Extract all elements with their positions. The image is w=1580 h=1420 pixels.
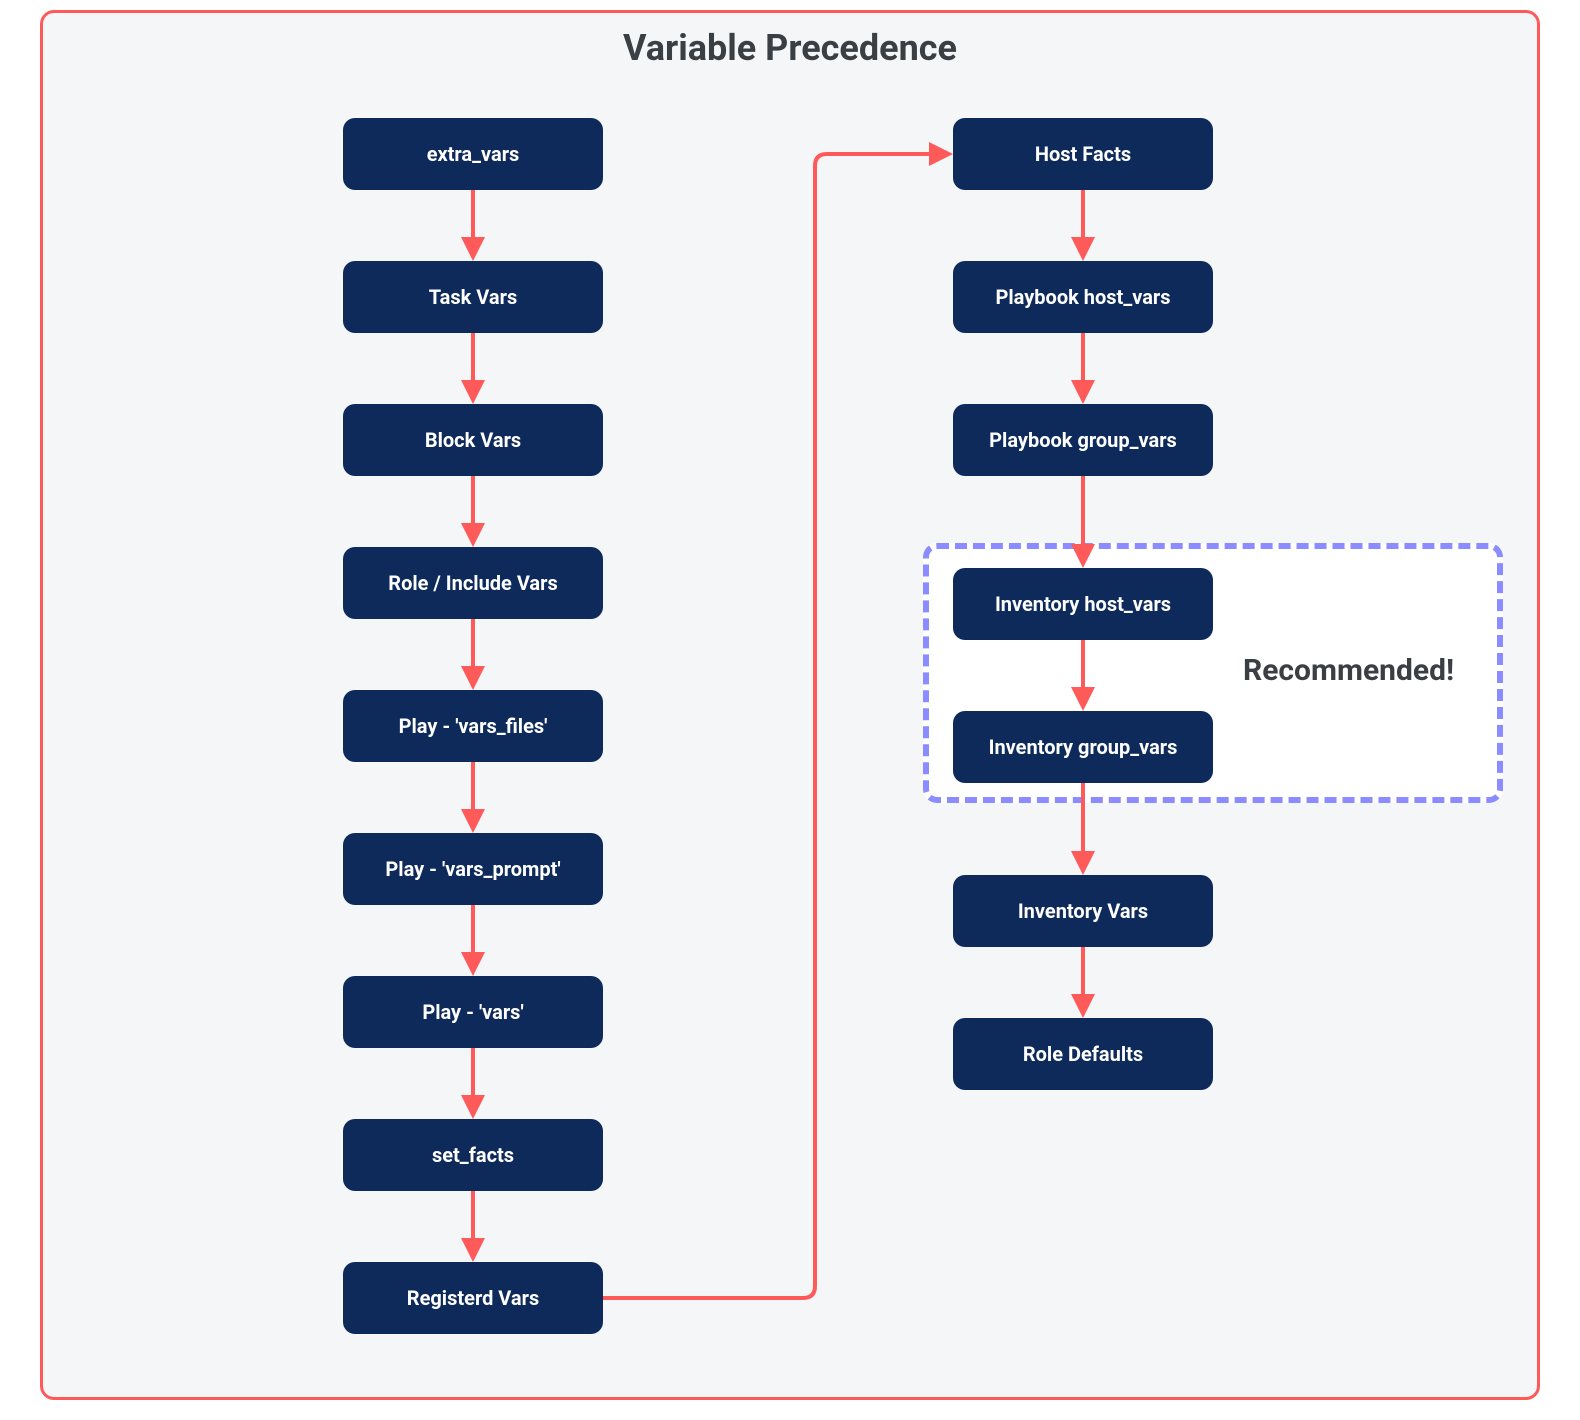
node-task-vars: Task Vars bbox=[343, 261, 603, 333]
diagram-title: Variable Precedence bbox=[43, 27, 1537, 69]
node-host-facts: Host Facts bbox=[953, 118, 1213, 190]
diagram-container: Variable Precedence Recommended! extra_v… bbox=[40, 10, 1540, 1400]
node-role-defaults: Role Defaults bbox=[953, 1018, 1213, 1090]
node-inventory-group-vars: Inventory group_vars bbox=[953, 711, 1213, 783]
node-registered-vars: Registerd Vars bbox=[343, 1262, 603, 1334]
node-inventory-host-vars: Inventory host_vars bbox=[953, 568, 1213, 640]
node-play-vars: Play - 'vars' bbox=[343, 976, 603, 1048]
node-playbook-host-vars: Playbook host_vars bbox=[953, 261, 1213, 333]
node-extra-vars: extra_vars bbox=[343, 118, 603, 190]
recommended-label: Recommended! bbox=[1243, 653, 1454, 688]
node-role-include-vars: Role / Include Vars bbox=[343, 547, 603, 619]
node-set-facts: set_facts bbox=[343, 1119, 603, 1191]
node-play-vars-prompt: Play - 'vars_prompt' bbox=[343, 833, 603, 905]
node-play-vars-files: Play - 'vars_files' bbox=[343, 690, 603, 762]
node-inventory-vars: Inventory Vars bbox=[953, 875, 1213, 947]
node-block-vars: Block Vars bbox=[343, 404, 603, 476]
node-playbook-group-vars: Playbook group_vars bbox=[953, 404, 1213, 476]
